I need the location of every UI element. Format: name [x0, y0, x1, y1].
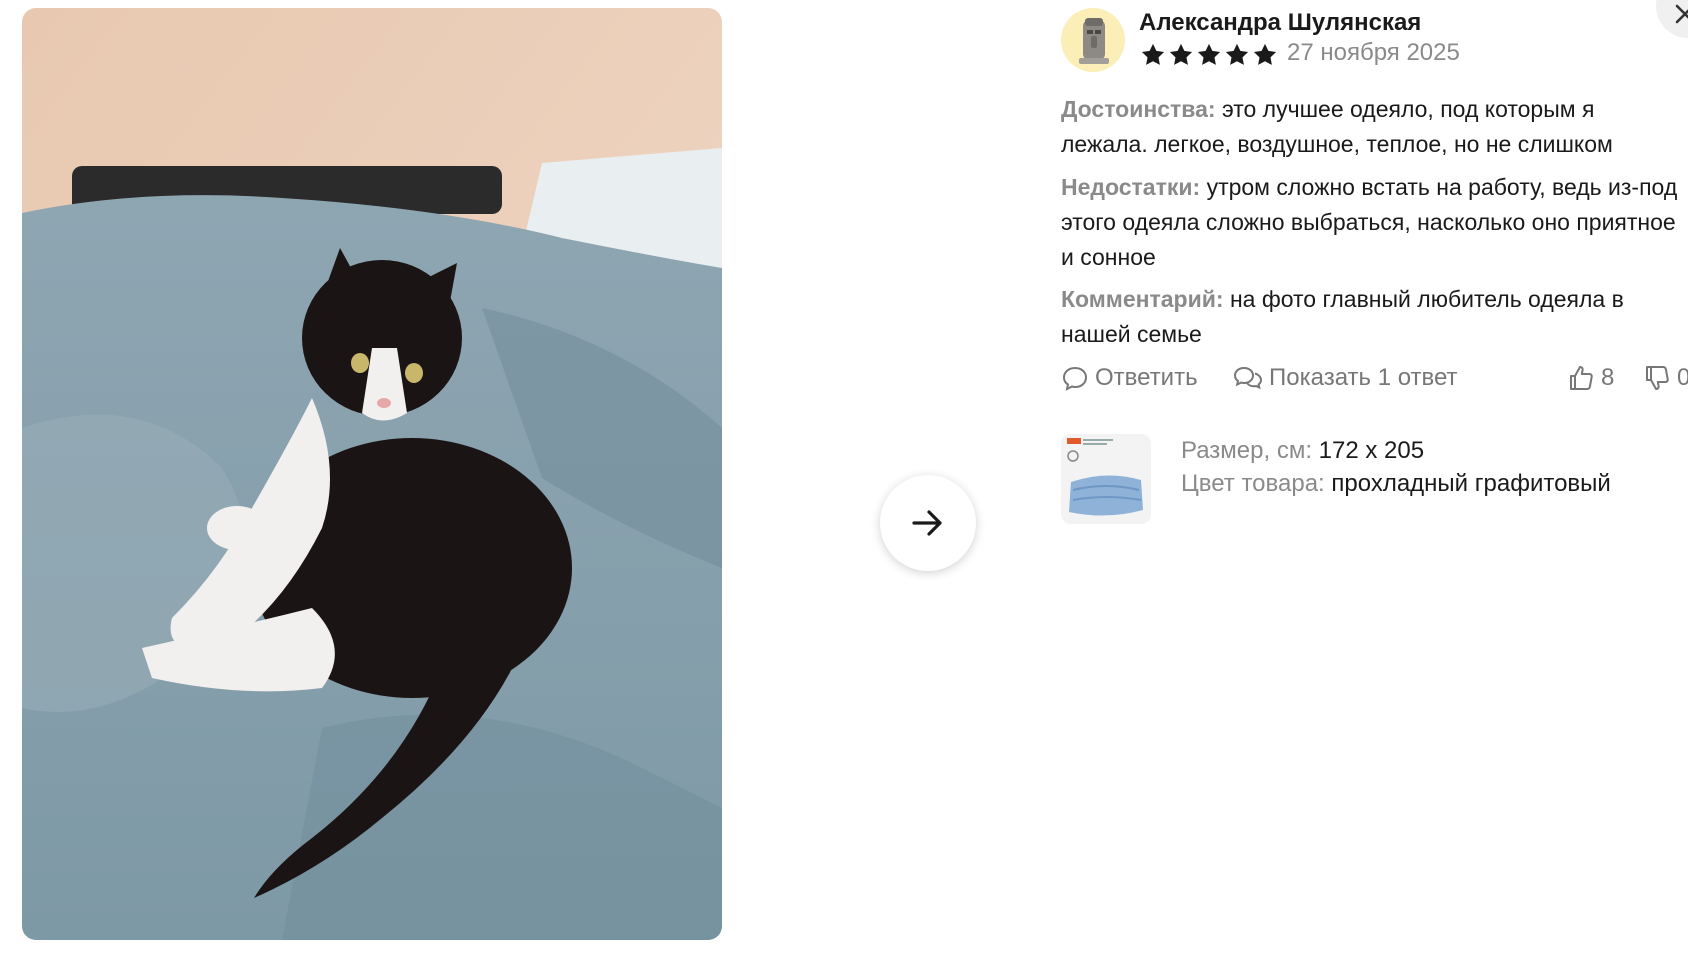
size-value: 172 х 205 [1318, 437, 1425, 464]
color-value: прохладный графитовый [1331, 470, 1611, 497]
review-header: Александра Шулянская 27 ноября 2025 [1061, 6, 1681, 72]
reply-label: Ответить [1095, 364, 1198, 391]
dislikes-count: 0 [1677, 364, 1688, 391]
arrow-right-icon [912, 510, 942, 536]
rating-stars [1139, 41, 1279, 69]
product-attributes: Размер, см: 172 х 205 Цвет товара: прохл… [1181, 434, 1611, 500]
thumb-down-icon [1646, 366, 1669, 390]
avatar[interactable] [1061, 8, 1125, 72]
like-button[interactable]: 8 [1567, 364, 1614, 392]
comment-icon [1062, 366, 1088, 391]
product-info: Размер, см: 172 х 205 Цвет товара: прохл… [1061, 434, 1681, 526]
product-thumbnail[interactable] [1061, 434, 1151, 524]
show-replies-label: Показать 1 ответ [1269, 364, 1458, 391]
review-date: 27 ноября 2025 [1287, 39, 1460, 66]
cons-section: Недостатки: утром сложно встать на работ… [1061, 170, 1681, 275]
star-icon [1141, 43, 1165, 65]
pros-section: Достоинства: это лучшее одеяло, под кото… [1061, 92, 1681, 162]
star-icon [1169, 43, 1193, 65]
blanket-thumbnail-image [1061, 434, 1151, 524]
star-icon [1197, 43, 1221, 65]
reply-button[interactable]: Ответить [1061, 364, 1198, 392]
cat-photo-image [22, 8, 722, 940]
cons-label: Недостатки: [1061, 174, 1201, 200]
comment-label: Комментарий: [1061, 286, 1224, 312]
review-photo[interactable] [22, 8, 722, 940]
author-name[interactable]: Александра Шулянская [1139, 9, 1421, 37]
dislike-button[interactable]: 0 [1643, 364, 1688, 392]
size-label: Размер, см: [1181, 437, 1312, 464]
comments-icon [1233, 366, 1263, 390]
show-replies-button[interactable]: Показать 1 ответ [1233, 364, 1458, 392]
size-row: Размер, см: 172 х 205 [1181, 434, 1611, 467]
comment-section: Комментарий: на фото главный любитель од… [1061, 282, 1681, 352]
color-row: Цвет товара: прохладный графитовый [1181, 467, 1611, 500]
review-actions: Ответить Показать 1 ответ 8 0 [1061, 364, 1688, 398]
star-icon [1225, 43, 1249, 65]
color-label: Цвет товара: [1181, 470, 1325, 497]
next-photo-button[interactable] [880, 475, 976, 571]
pros-label: Достоинства: [1061, 96, 1216, 122]
star-icon [1253, 43, 1277, 65]
likes-count: 8 [1601, 364, 1615, 391]
moai-avatar-icon [1079, 18, 1109, 64]
thumb-up-icon [1570, 366, 1593, 390]
